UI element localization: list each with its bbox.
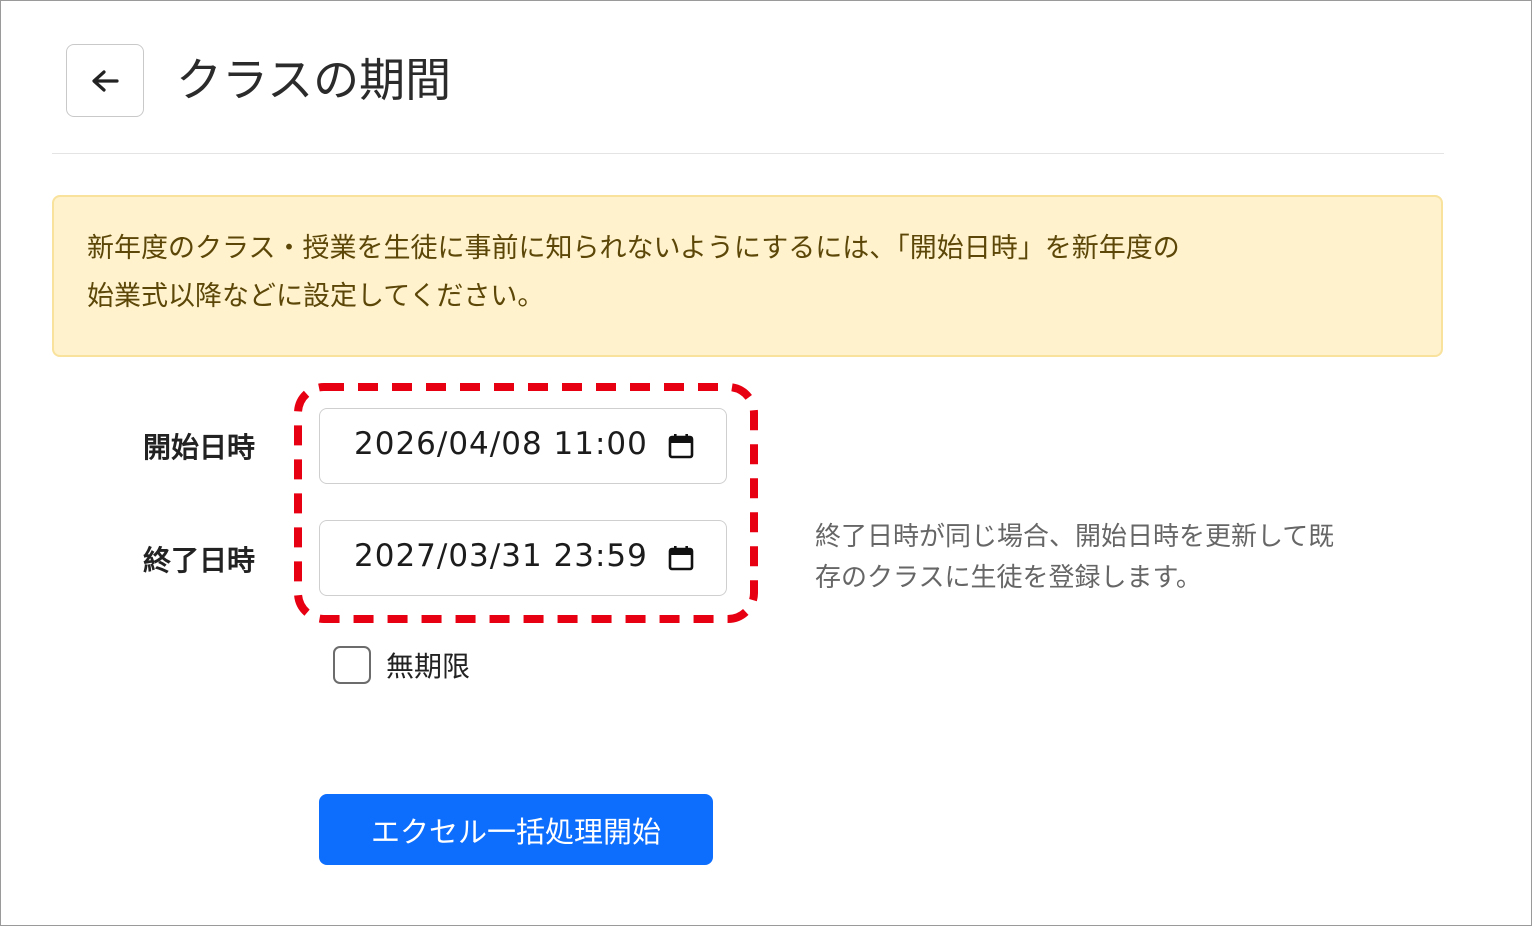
end-datetime-label: 終了日時 xyxy=(143,544,256,577)
start-excel-batch-button[interactable]: エクセル一括処理開始 xyxy=(319,794,713,865)
help-text-line-2: 存のクラスに生徒を登録します。 xyxy=(815,563,1202,593)
warning-alert: 新年度のクラス・授業を生徒に事前に知られないようにするには、「開始日時」を新年度… xyxy=(52,195,1443,357)
alert-text-line-2: 始業式以降などに設定してください。 xyxy=(87,281,545,312)
help-text-line-1: 終了日時が同じ場合、開始日時を更新して既 xyxy=(815,522,1335,552)
window-frame: クラスの期間 新年度のクラス・授業を生徒に事前に知られないようにするには、「開始… xyxy=(0,0,1532,926)
arrow-left-icon xyxy=(92,69,119,92)
alert-text-line-1: 新年度のクラス・授業を生徒に事前に知られないようにするには、「開始日時」を新年度… xyxy=(87,233,1180,264)
back-button[interactable] xyxy=(66,44,144,117)
unlimited-checkbox-label[interactable]: 無期限 xyxy=(386,645,470,685)
page-title: クラスの期間 xyxy=(176,53,452,107)
highlight-dashed-box xyxy=(294,383,758,623)
header-divider xyxy=(52,153,1444,154)
end-datetime-help-text: 終了日時が同じ場合、開始日時を更新して既 存のクラスに生徒を登録します。 xyxy=(815,517,1415,599)
unlimited-checkbox[interactable] xyxy=(333,646,371,684)
start-datetime-label: 開始日時 xyxy=(143,431,256,464)
